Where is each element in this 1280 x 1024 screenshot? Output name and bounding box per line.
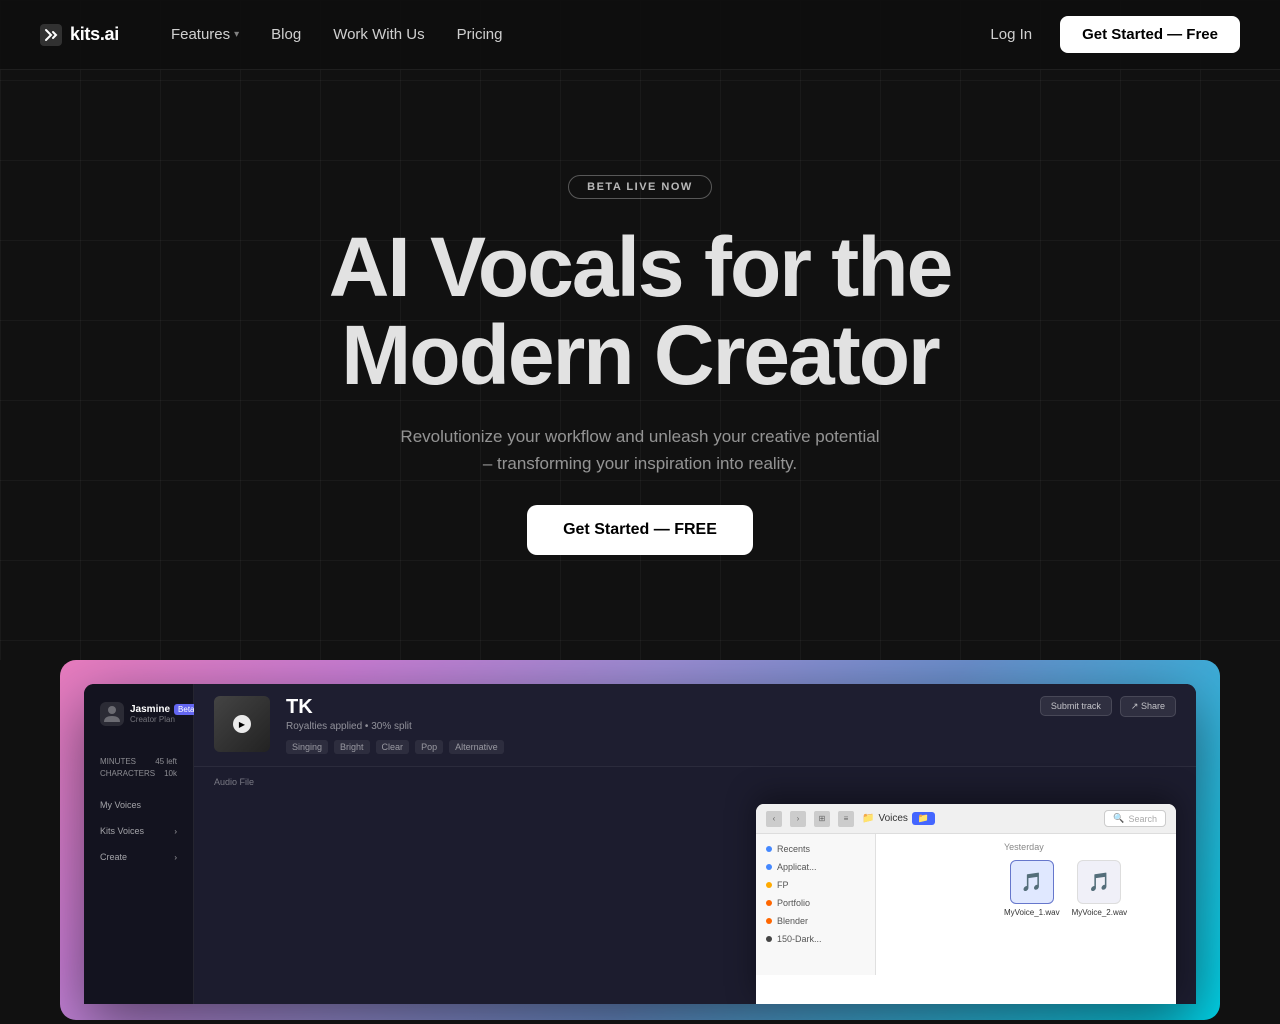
share-icon: ↗ xyxy=(1131,701,1141,711)
nav-blog[interactable]: Blog xyxy=(259,20,313,49)
app-preview-section: Jasmine Beta Creator Plan MINUTES 45 lef… xyxy=(0,660,1280,1020)
app-window: Jasmine Beta Creator Plan MINUTES 45 lef… xyxy=(84,684,1196,1004)
sidebar-user-icon xyxy=(100,702,124,726)
navbar: kits.ai Features ▾ Blog Work With Us Pri… xyxy=(0,0,1280,70)
sidebar-item-kits-voices[interactable]: Kits Voices › xyxy=(96,821,181,841)
breadcrumb-badge: 📁 xyxy=(912,812,935,825)
file-browser-toolbar: ‹ › ⊞ ≡ 📁 Voices 📁 🔍 Search xyxy=(756,804,1176,834)
applications-icon xyxy=(766,864,772,870)
fb-item-blender[interactable]: Blender xyxy=(756,912,875,930)
logo-text: kits.ai xyxy=(70,24,119,45)
nav-work-with-us[interactable]: Work With Us xyxy=(321,20,436,49)
logo-icon xyxy=(40,24,62,46)
dark-icon xyxy=(766,936,772,942)
track-royalties: Royalties applied • 30% split xyxy=(286,721,1024,732)
track-name: TK xyxy=(286,696,1024,719)
file-list: 🎵 MyVoice_1.wav 🎵 MyVoice_2.wav xyxy=(1004,860,1127,917)
nav-pricing[interactable]: Pricing xyxy=(445,20,515,49)
stat-characters: CHARACTERS 10k xyxy=(96,769,181,778)
track-header: ▶ TK Royalties applied • 30% split Singi… xyxy=(194,684,1196,767)
fb-item-150dark[interactable]: 150-Dark... xyxy=(756,930,875,948)
file-search[interactable]: 🔍 Search xyxy=(1104,810,1166,827)
fb-item-recents[interactable]: Recents xyxy=(756,840,875,858)
get-started-nav-button[interactable]: Get Started — Free xyxy=(1060,16,1240,53)
beta-badge: BETA LIVE NOW xyxy=(568,175,712,199)
play-button[interactable]: ▶ xyxy=(233,715,251,733)
file-item-2[interactable]: 🎵 MyVoice_2.wav xyxy=(1072,860,1128,917)
tag-singing: Singing xyxy=(286,740,328,754)
forward-button[interactable]: › xyxy=(790,811,806,827)
file-browser-main: Yesterday 🎵 MyVoice_1.wav 🎵 MyVoice_2.wa… xyxy=(996,834,1135,975)
file-name-1: MyVoice_1.wav xyxy=(1004,908,1060,917)
logo[interactable]: kits.ai xyxy=(40,24,119,46)
file-icon-1: 🎵 xyxy=(1010,860,1054,904)
submit-track-button[interactable]: Submit track xyxy=(1040,696,1112,716)
track-actions: Submit track ↗ Share xyxy=(1040,696,1176,717)
fb-item-portfolio[interactable]: Portfolio xyxy=(756,894,875,912)
nav-links: Features ▾ Blog Work With Us Pricing xyxy=(159,20,515,49)
nav-left: kits.ai Features ▾ Blog Work With Us Pri… xyxy=(40,20,514,49)
file-icon-2: 🎵 xyxy=(1077,860,1121,904)
sidebar-username: Jasmine xyxy=(130,704,170,715)
file-browser-content: Recents Applicat... FP xyxy=(756,834,1176,1004)
sidebar-item-create[interactable]: Create › xyxy=(96,847,181,867)
nav-right: Log In Get Started — Free xyxy=(978,16,1240,53)
date-label: Yesterday xyxy=(1004,842,1127,852)
file-browser-sidebar: Recents Applicat... FP xyxy=(756,834,876,975)
fb-item-fp[interactable]: FP xyxy=(756,876,875,894)
fb-item-applications[interactable]: Applicat... xyxy=(756,858,875,876)
fp-icon xyxy=(766,882,772,888)
breadcrumb: 📁 Voices 📁 xyxy=(862,812,935,825)
file-name-2: MyVoice_2.wav xyxy=(1072,908,1128,917)
recents-icon xyxy=(766,846,772,852)
share-button[interactable]: ↗ Share xyxy=(1120,696,1176,717)
stat-minutes: MINUTES 45 left xyxy=(96,757,181,766)
sidebar-item-my-voices[interactable]: My Voices xyxy=(96,795,181,815)
preview-wrapper: Jasmine Beta Creator Plan MINUTES 45 lef… xyxy=(60,660,1220,1020)
track-thumbnail: ▶ xyxy=(214,696,270,752)
tag-alternative: Alternative xyxy=(449,740,504,754)
sidebar-stats: MINUTES 45 left CHARACTERS 10k xyxy=(96,754,181,781)
file-browser: ‹ › ⊞ ≡ 📁 Voices 📁 🔍 Search xyxy=(756,804,1176,1004)
hero-subtitle: Revolutionize your workflow and unleash … xyxy=(400,423,880,477)
list-view-button[interactable]: ≡ xyxy=(838,811,854,827)
chevron-down-icon: ▾ xyxy=(234,29,239,40)
nav-features[interactable]: Features ▾ xyxy=(159,20,251,49)
app-sidebar: Jasmine Beta Creator Plan MINUTES 45 lef… xyxy=(84,684,194,1004)
track-tags: Singing Bright Clear Pop Alternative xyxy=(286,740,1024,754)
sidebar-header: Jasmine Beta Creator Plan xyxy=(96,696,181,732)
tag-bright: Bright xyxy=(334,740,370,754)
blender-icon xyxy=(766,918,772,924)
hero-section: BETA LIVE NOW AI Vocals for the Modern C… xyxy=(0,0,1280,660)
file-item-1[interactable]: 🎵 MyVoice_1.wav xyxy=(1004,860,1060,917)
track-info: TK Royalties applied • 30% split Singing… xyxy=(286,696,1024,754)
tag-clear: Clear xyxy=(376,740,410,754)
sidebar-plan: Creator Plan xyxy=(130,715,199,724)
app-main: ▶ TK Royalties applied • 30% split Singi… xyxy=(194,684,1196,1004)
tag-pop: Pop xyxy=(415,740,443,754)
search-icon: 🔍 xyxy=(1113,813,1124,824)
grid-view-button[interactable]: ⊞ xyxy=(814,811,830,827)
hero-content: BETA LIVE NOW AI Vocals for the Modern C… xyxy=(309,135,972,596)
portfolio-icon xyxy=(766,900,772,906)
hero-title: AI Vocals for the Modern Creator xyxy=(329,223,952,399)
chevron-right-icon-2: › xyxy=(174,853,177,862)
login-button[interactable]: Log In xyxy=(978,20,1044,49)
audio-section: Audio File xyxy=(194,767,1196,797)
back-button[interactable]: ‹ xyxy=(766,811,782,827)
chevron-right-icon: › xyxy=(174,827,177,836)
hero-cta-button[interactable]: Get Started — FREE xyxy=(527,505,753,555)
